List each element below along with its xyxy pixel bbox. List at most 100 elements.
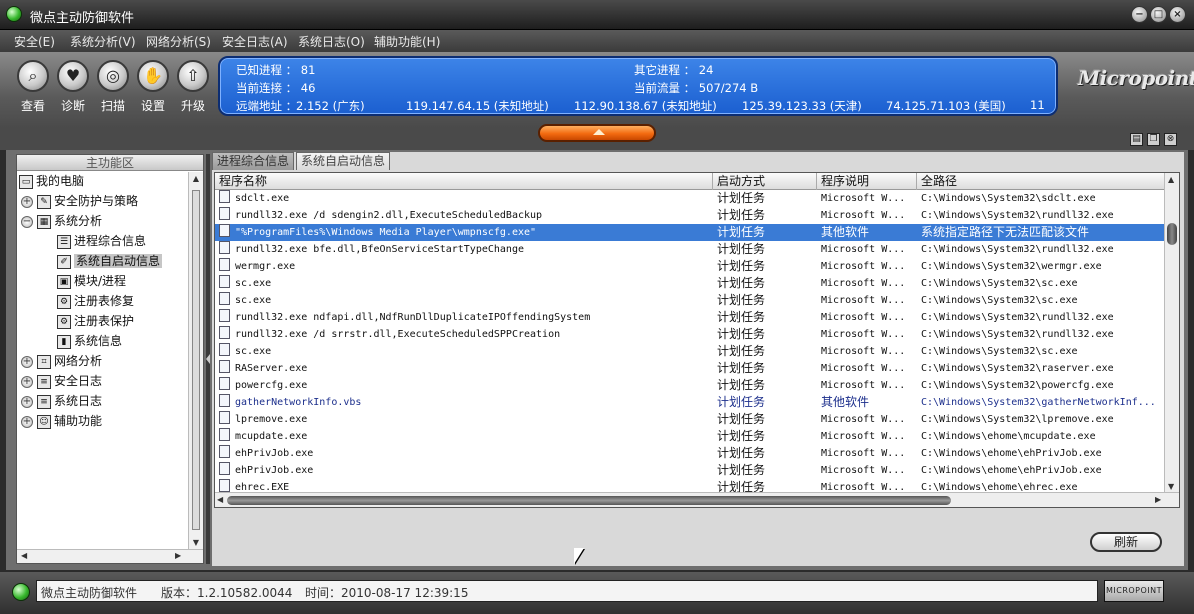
tree-item-security-policy[interactable]: + ✎ 安全防护与策略 bbox=[21, 192, 138, 212]
table-row[interactable]: lpremove.exe 计划任务 Microsoft W... C:\Windows… bbox=[215, 411, 1165, 428]
cell-full-path-text: C:\Windows\ehome\ehPrivJob.exe bbox=[921, 465, 1102, 476]
cell-program-name: sdclt.exe bbox=[219, 190, 711, 207]
table-row[interactable]: mcupdate.exe 计划任务 Microsoft W... C:\Windows… bbox=[215, 428, 1165, 445]
tree-item-network-analysis[interactable]: + ⌗ 网络分析 bbox=[21, 352, 102, 372]
expand-icon[interactable]: + bbox=[21, 395, 33, 408]
table-row[interactable]: "%ProgramFiles%\Windows Media Player\wmp… bbox=[215, 224, 1165, 241]
scroll-thumb[interactable] bbox=[227, 496, 951, 505]
layout-close-icon[interactable]: ⊗ bbox=[1164, 133, 1177, 146]
cell-full-path: C:\Windows\System32\gatherNetworkInf... bbox=[921, 394, 1165, 411]
column-description[interactable]: 程序说明 bbox=[817, 173, 917, 190]
tree-item-registry-protect[interactable]: ⚙ 注册表保护 bbox=[57, 312, 134, 332]
cell-full-path: C:\Windows\System32\rundll32.exe bbox=[921, 241, 1165, 258]
cell-full-path: 系统指定路径下无法匹配该文件 bbox=[921, 224, 1165, 241]
scroll-down-icon[interactable]: ▼ bbox=[191, 538, 201, 548]
tree-item-tools[interactable]: + ☺ 辅助功能 bbox=[21, 412, 102, 432]
table-row[interactable]: powercfg.exe 计划任务 Microsoft W... C:\Windows… bbox=[215, 377, 1165, 394]
cell-program-name: wermgr.exe bbox=[219, 258, 711, 275]
diagnose-button[interactable]: ♥ 诊断 bbox=[56, 60, 90, 114]
scroll-left-icon[interactable]: ◀ bbox=[217, 495, 223, 504]
cell-full-path: C:\Windows\System32\raserver.exe bbox=[921, 360, 1165, 377]
cell-description-text: Microsoft W... bbox=[821, 414, 906, 425]
cell-full-path-text: C:\Windows\System32\raserver.exe bbox=[921, 363, 1114, 374]
menu-system-log[interactable]: 系统日志(O) bbox=[298, 33, 365, 50]
cell-description: Microsoft W... bbox=[821, 207, 917, 224]
tree-item-modules[interactable]: ▣ 模块/进程 bbox=[57, 272, 126, 292]
table-row[interactable]: rundll32.exe /d sdengin2.dll,ExecuteSche… bbox=[215, 207, 1165, 224]
scroll-up-icon[interactable]: ▲ bbox=[1168, 175, 1174, 184]
table-row[interactable]: gatherNetworkInfo.vbs 计划任务 其他软件 C:\Windows\… bbox=[215, 394, 1165, 411]
menu-tools[interactable]: 辅助功能(H) bbox=[374, 33, 440, 50]
scroll-left-icon[interactable]: ◀ bbox=[21, 551, 27, 560]
collapse-toolbar-handle[interactable] bbox=[538, 124, 656, 142]
table-row[interactable]: rundll32.exe ndfapi.dll,NdfRunDllDuplica… bbox=[215, 309, 1165, 326]
table-row[interactable]: rundll32.exe bfe.dll,BfeOnServiceStartTy… bbox=[215, 241, 1165, 258]
file-icon bbox=[219, 224, 230, 237]
collapse-icon[interactable]: − bbox=[21, 215, 33, 228]
layout-restore-icon[interactable]: ❐ bbox=[1147, 133, 1160, 146]
system-analysis-icon: ▦ bbox=[37, 214, 51, 229]
tree-item-startup-info[interactable]: ✐ 系统自启动信息 bbox=[57, 252, 163, 272]
expand-icon[interactable]: + bbox=[21, 415, 33, 428]
tree-horizontal-scrollbar[interactable]: ◀ ▶ bbox=[17, 549, 203, 563]
layout-tile-icon[interactable]: ▤ bbox=[1130, 133, 1143, 146]
tree-item-my-computer[interactable]: ▭ 我的电脑 bbox=[19, 172, 84, 192]
table-row[interactable]: sc.exe 计划任务 Microsoft W... C:\Windows\Syste… bbox=[215, 343, 1165, 360]
panel-splitter[interactable] bbox=[206, 154, 210, 564]
scroll-up-icon[interactable]: ▲ bbox=[191, 174, 201, 184]
tree-item-system-log[interactable]: + ≡ 系统日志 bbox=[21, 392, 102, 412]
scroll-thumb[interactable] bbox=[192, 190, 200, 530]
table-row[interactable]: ehPrivJob.exe 计划任务 Microsoft W... C:\Window… bbox=[215, 462, 1165, 479]
scan-button[interactable]: ◎ 扫描 bbox=[96, 60, 130, 114]
menu-security[interactable]: 安全(E) bbox=[14, 33, 55, 50]
expand-icon[interactable]: + bbox=[21, 195, 33, 208]
tree-item-process-info[interactable]: ☰ 进程综合信息 bbox=[57, 232, 146, 252]
remote-address: 125.39.123.33 (天津) bbox=[742, 99, 862, 113]
menu-network-analysis[interactable]: 网络分析(S) bbox=[146, 33, 211, 50]
scroll-right-icon[interactable]: ▶ bbox=[175, 551, 181, 560]
table-vertical-scrollbar[interactable]: ▲ ▼ bbox=[1164, 173, 1179, 493]
collapse-left-icon[interactable] bbox=[206, 354, 210, 364]
expand-icon[interactable]: + bbox=[21, 355, 33, 368]
menu-security-log[interactable]: 安全日志(A) bbox=[222, 33, 288, 50]
column-full-path[interactable]: 全路径 bbox=[917, 173, 1165, 190]
menu-system-analysis[interactable]: 系统分析(V) bbox=[70, 33, 136, 50]
file-icon bbox=[219, 190, 230, 203]
table-row[interactable]: rundll32.exe /d srrstr.dll,ExecuteSchedu… bbox=[215, 326, 1165, 343]
scroll-down-icon[interactable]: ▼ bbox=[1168, 482, 1174, 491]
table-row[interactable]: sdclt.exe 计划任务 Microsoft W... C:\Windows\Sy… bbox=[215, 190, 1165, 207]
maximize-icon[interactable]: □ bbox=[1150, 6, 1167, 23]
cell-startup-type-text: 计划任务 bbox=[717, 259, 766, 273]
upgrade-button[interactable]: ⇧ 升级 bbox=[176, 60, 210, 114]
view-button[interactable]: ⌕ 查看 bbox=[16, 60, 50, 114]
cell-full-path: C:\Windows\System32\sdclt.exe bbox=[921, 190, 1165, 207]
table-row[interactable]: sc.exe 计划任务 Microsoft W... C:\Windows\Syste… bbox=[215, 292, 1165, 309]
cell-description-text: Microsoft W... bbox=[821, 380, 906, 391]
tree-item-system-info[interactable]: ▮ 系统信息 bbox=[57, 332, 122, 352]
table-row[interactable]: ehPrivJob.exe 计划任务 Microsoft W... C:\Window… bbox=[215, 445, 1165, 462]
settings-button[interactable]: ✋ 设置 bbox=[136, 60, 170, 114]
table-row[interactable]: wermgr.exe 计划任务 Microsoft W... C:\Windows\S… bbox=[215, 258, 1165, 275]
table-row[interactable]: RAServer.exe 计划任务 Microsoft W... C:\Windows… bbox=[215, 360, 1165, 377]
scroll-right-icon[interactable]: ▶ bbox=[1155, 495, 1161, 504]
tree-vertical-scrollbar[interactable]: ▲ ▼ bbox=[188, 172, 203, 550]
tree-label: 系统分析 bbox=[54, 214, 103, 228]
close-icon[interactable]: × bbox=[1169, 6, 1186, 23]
table-row[interactable]: sc.exe 计划任务 Microsoft W... C:\Windows\Syste… bbox=[215, 275, 1165, 292]
scroll-thumb[interactable] bbox=[1167, 223, 1177, 245]
tab-startup-info[interactable]: 系统自启动信息 bbox=[296, 152, 391, 170]
column-startup-type[interactable]: 启动方式 bbox=[713, 173, 817, 190]
tree-item-system-analysis[interactable]: − ▦ 系统分析 bbox=[21, 212, 102, 232]
tab-process-info[interactable]: 进程综合信息 bbox=[212, 152, 295, 170]
refresh-button[interactable]: 刷新 bbox=[1090, 532, 1162, 552]
file-icon bbox=[219, 326, 230, 339]
tree-item-registry-repair[interactable]: ⚙ 注册表修复 bbox=[57, 292, 134, 312]
tree-label: 安全日志 bbox=[54, 374, 103, 388]
cell-program-name: rundll32.exe /d sdengin2.dll,ExecuteSche… bbox=[219, 207, 711, 224]
minimize-icon[interactable]: − bbox=[1131, 6, 1148, 23]
tree-item-security-log[interactable]: + ≡ 安全日志 bbox=[21, 372, 102, 392]
column-program-name[interactable]: 程序名称 bbox=[215, 173, 713, 190]
expand-icon[interactable]: + bbox=[21, 375, 33, 388]
table-horizontal-scrollbar[interactable]: ◀ ▶ bbox=[215, 492, 1179, 507]
system-log-icon: ≡ bbox=[37, 394, 51, 409]
